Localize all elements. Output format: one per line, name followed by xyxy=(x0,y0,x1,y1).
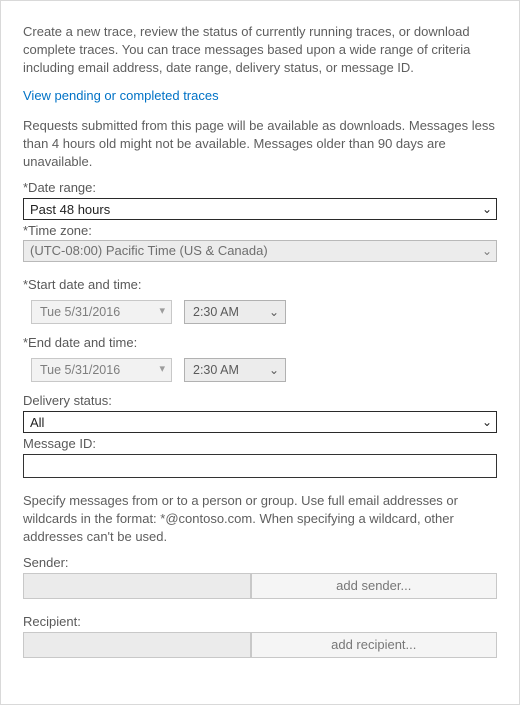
availability-text: Requests submitted from this page will b… xyxy=(23,117,497,171)
end-date-value: Tue 5/31/2016 xyxy=(40,363,120,377)
end-time-value: 2:30 AM xyxy=(193,363,239,377)
chevron-down-icon: ⌄ xyxy=(482,243,492,260)
chevron-down-icon: ▾ xyxy=(159,362,165,377)
sender-label: Sender: xyxy=(23,554,497,572)
delivery-status-value: All xyxy=(30,415,44,430)
add-recipient-button[interactable]: add recipient... xyxy=(251,632,497,658)
delivery-status-label: Delivery status: xyxy=(23,392,497,410)
start-date-value: Tue 5/31/2016 xyxy=(40,305,120,319)
delivery-status-select[interactable]: All ⌄ xyxy=(23,411,497,433)
end-datetime-label: *End date and time: xyxy=(23,334,497,352)
start-date-picker[interactable]: Tue 5/31/2016 ▾ xyxy=(31,300,172,324)
view-traces-link[interactable]: View pending or completed traces xyxy=(23,87,497,105)
date-range-label: *Date range: xyxy=(23,179,497,197)
time-zone-label: *Time zone: xyxy=(23,222,497,240)
chevron-down-icon: ▾ xyxy=(159,304,165,319)
end-date-picker[interactable]: Tue 5/31/2016 ▾ xyxy=(31,358,172,382)
chevron-down-icon: ⌄ xyxy=(482,414,492,431)
specify-text: Specify messages from or to a person or … xyxy=(23,492,497,546)
message-id-input[interactable] xyxy=(23,454,497,478)
end-time-select[interactable]: 2:30 AM ⌄ xyxy=(184,358,286,382)
start-datetime-label: *Start date and time: xyxy=(23,276,497,294)
message-id-label: Message ID: xyxy=(23,435,497,453)
chevron-down-icon: ⌄ xyxy=(269,362,279,379)
chevron-down-icon: ⌄ xyxy=(482,201,492,218)
sender-input[interactable] xyxy=(23,573,251,599)
chevron-down-icon: ⌄ xyxy=(269,304,279,321)
intro-text: Create a new trace, review the status of… xyxy=(23,23,497,77)
date-range-select[interactable]: Past 48 hours ⌄ xyxy=(23,198,497,220)
start-time-value: 2:30 AM xyxy=(193,305,239,319)
start-time-select[interactable]: 2:30 AM ⌄ xyxy=(184,300,286,324)
recipient-input[interactable] xyxy=(23,632,251,658)
time-zone-select: (UTC-08:00) Pacific Time (US & Canada) ⌄ xyxy=(23,240,497,262)
recipient-label: Recipient: xyxy=(23,613,497,631)
date-range-value: Past 48 hours xyxy=(30,202,110,217)
add-sender-button[interactable]: add sender... xyxy=(251,573,497,599)
time-zone-value: (UTC-08:00) Pacific Time (US & Canada) xyxy=(30,243,268,258)
